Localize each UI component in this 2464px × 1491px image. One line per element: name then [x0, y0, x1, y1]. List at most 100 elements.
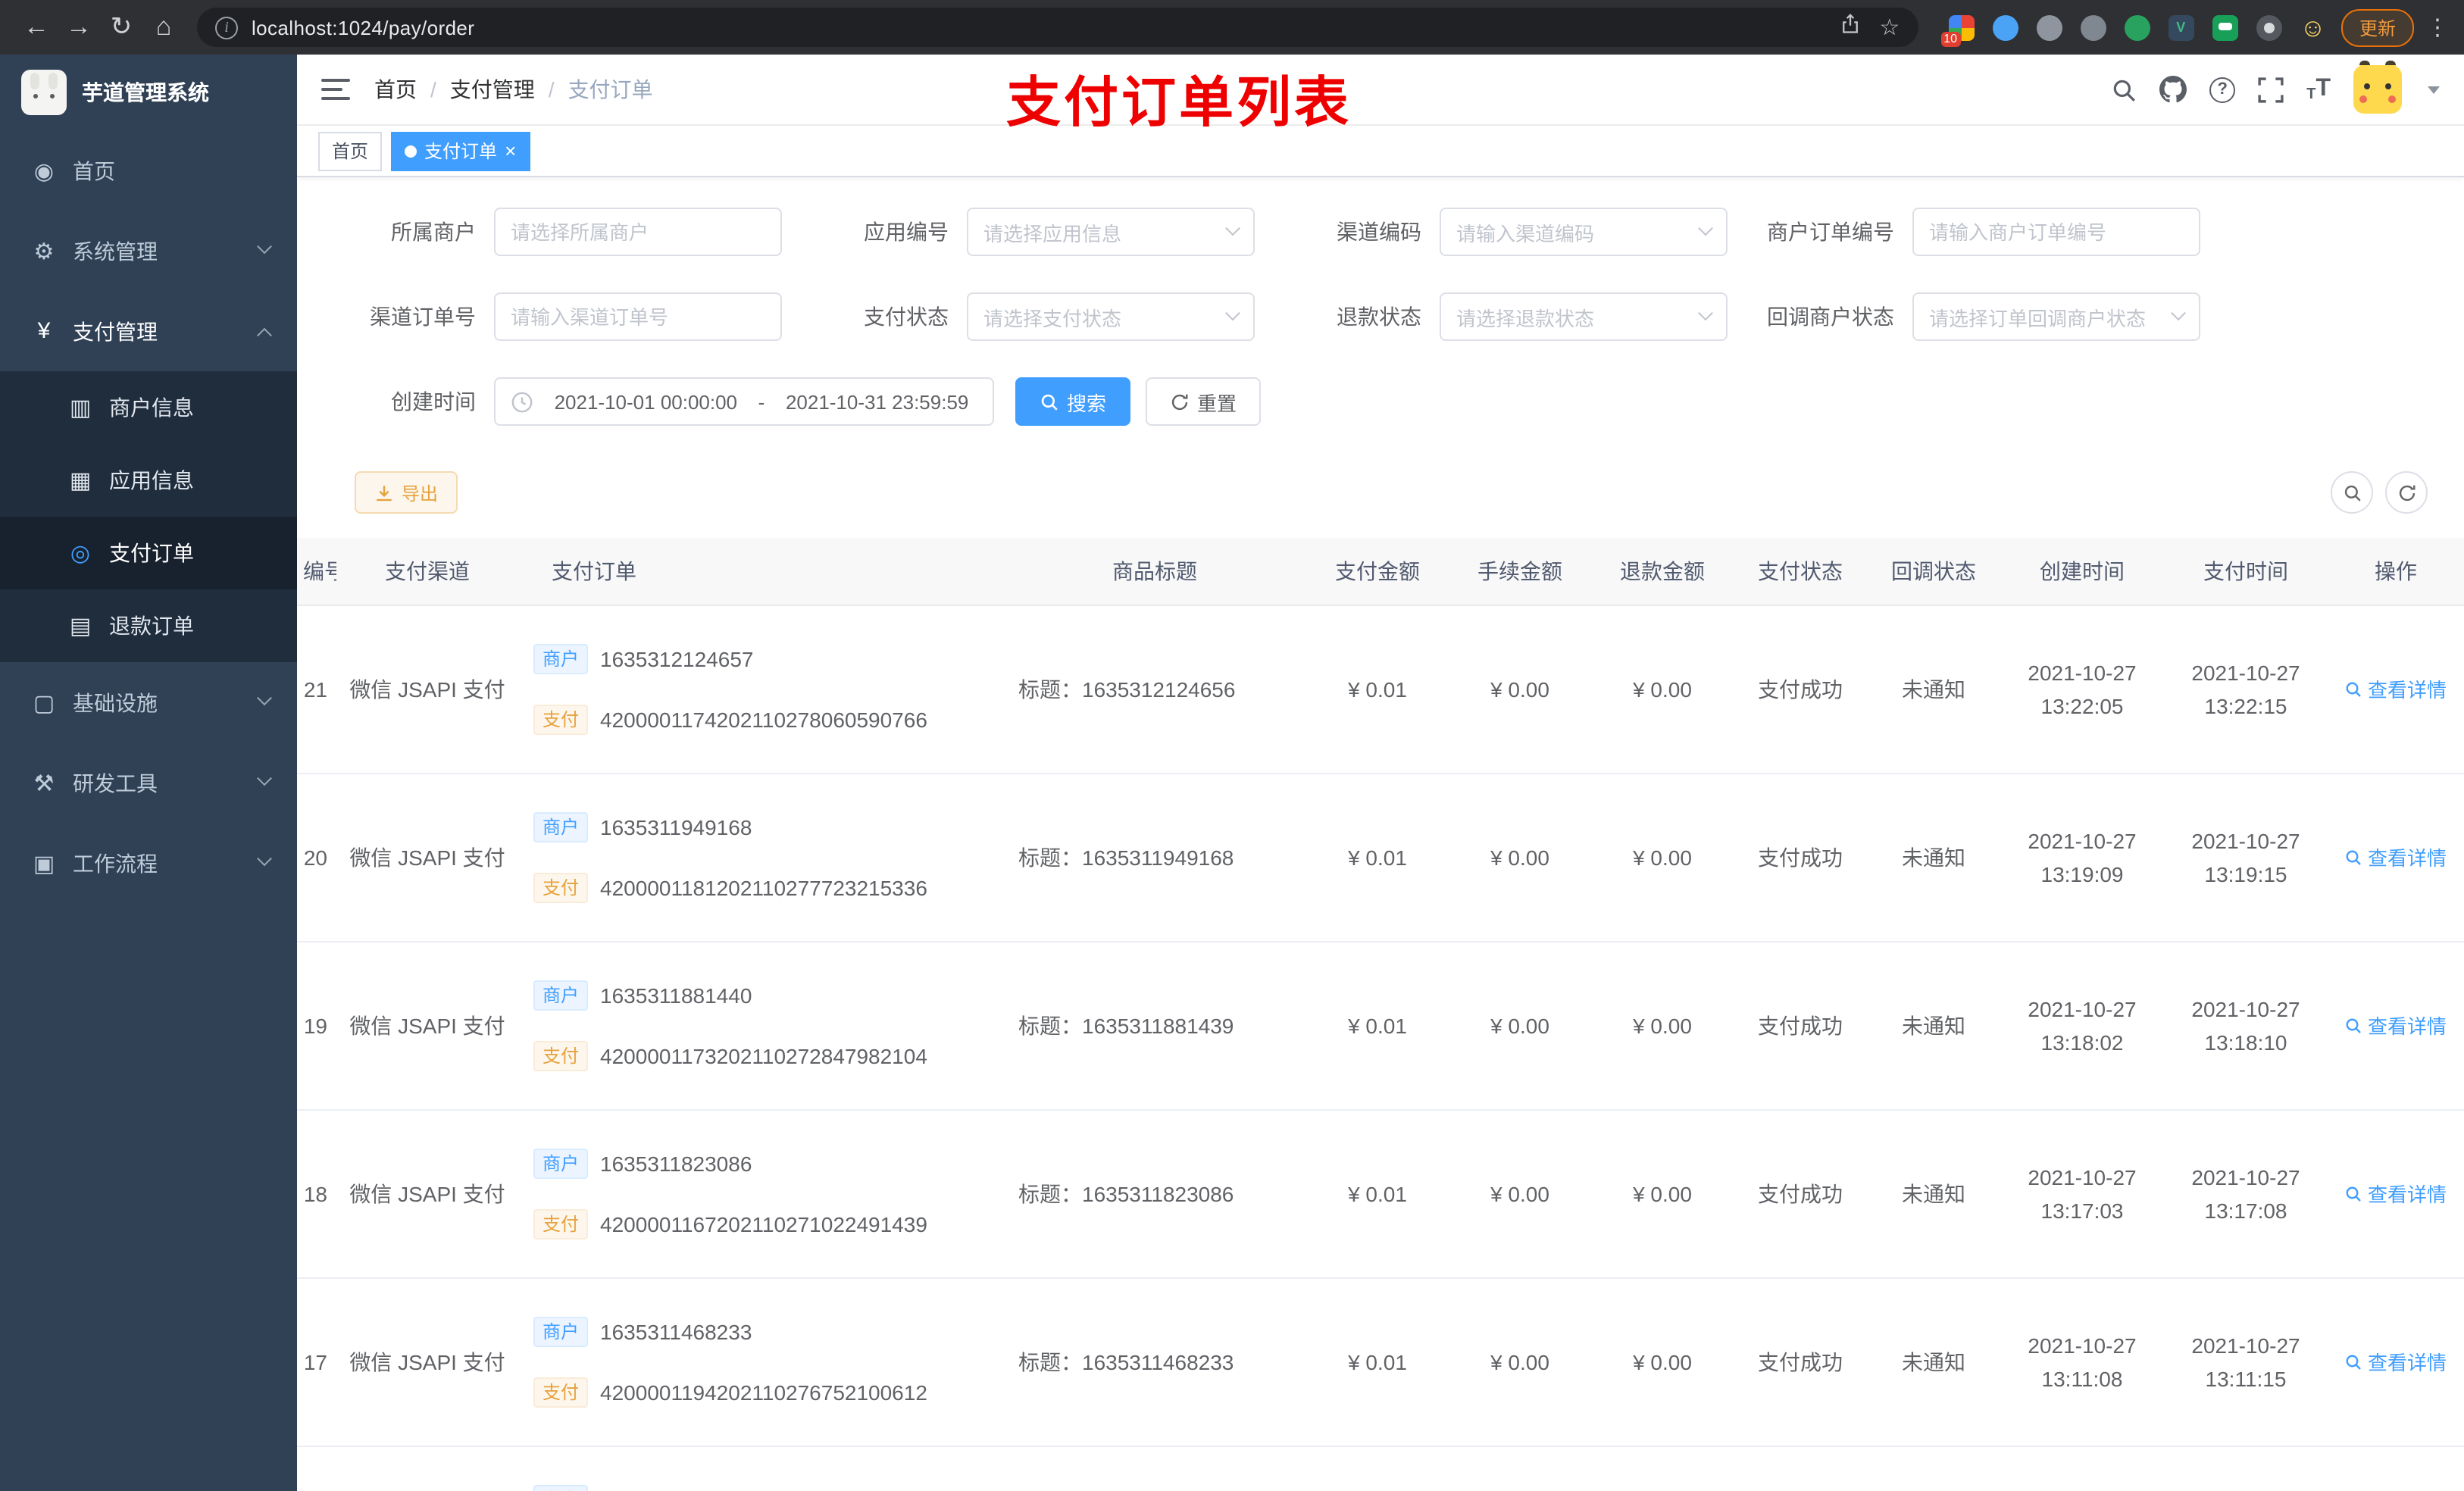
merchant-badge: 商户 — [533, 643, 589, 674]
pay-time: 2021-10-27 13:22:15 — [2164, 605, 2328, 774]
table-toolbar: 导出 — [355, 471, 2428, 514]
sidebar-item-app-info[interactable]: ▦ 应用信息 — [0, 444, 297, 517]
table-row[interactable]: 商户 1635311157736 支付 查看详情 — [297, 1446, 2464, 1491]
date-end-value[interactable]: 2021-10-31 23:59:59 — [777, 390, 977, 413]
app-no-select[interactable]: 请选择应用信息 — [967, 208, 1255, 256]
order-id: 17 — [297, 1277, 336, 1446]
browser-update-button[interactable]: 更新 — [2340, 8, 2414, 46]
ext-pin-icon[interactable] — [2256, 14, 2282, 40]
fullscreen-icon[interactable] — [2258, 77, 2284, 102]
date-start-value[interactable]: 2021-10-01 00:00:00 — [546, 390, 746, 413]
callback-status-select[interactable]: 请选择订单回调商户状态 — [1912, 292, 2200, 341]
ext-gray-icon-1[interactable] — [2036, 14, 2062, 40]
app-no-filter-label: 应用编号 — [864, 220, 949, 244]
tab-pay-order[interactable]: 支付订单 × — [391, 131, 530, 170]
merchant-order-no-filter-label: 商户订单编号 — [1767, 220, 1894, 244]
channel-code-select[interactable]: 请输入渠道编码 — [1440, 208, 1728, 256]
col-title: 商品标题 — [1003, 538, 1306, 605]
tab-home[interactable]: 首页 — [318, 131, 383, 170]
callback-status-filter-label: 回调商户状态 — [1767, 305, 1894, 329]
url-text[interactable]: localhost:1024/pay/order — [252, 16, 1840, 39]
view-detail-link[interactable]: 查看详情 — [2345, 674, 2447, 703]
pay-status-select[interactable]: 请选择支付状态 — [967, 292, 1255, 341]
site-info-icon[interactable]: i — [215, 16, 238, 39]
chevron-up-icon — [257, 327, 272, 343]
notify-status: 未通知 — [1867, 605, 2000, 774]
ext-vue-devtools-icon[interactable]: V — [2168, 14, 2194, 40]
view-detail-link[interactable]: 查看详情 — [2345, 1011, 2447, 1039]
chevron-down-icon — [2171, 305, 2186, 320]
notify-status: 未通知 — [1867, 1109, 2000, 1278]
ext-chat-icon[interactable] — [2212, 14, 2238, 40]
browser-home-button[interactable]: ⌂ — [142, 5, 185, 50]
reset-button[interactable]: 重置 — [1146, 377, 1262, 426]
github-icon[interactable] — [2159, 76, 2187, 103]
ext-gray-icon-2[interactable] — [2080, 14, 2106, 40]
flow-icon: ▣ — [33, 851, 55, 877]
ext-colorful-icon[interactable]: 10 — [1940, 14, 1975, 46]
chevron-down-icon — [257, 771, 272, 786]
merchant-input[interactable] — [511, 220, 765, 243]
breadcrumb-payment[interactable]: 支付管理 — [450, 74, 535, 105]
merchant-order-no: 1635311823086 — [600, 1151, 752, 1175]
table-row[interactable]: 21 微信 JSAPI 支付 商户 1635312124657 支付 42000… — [297, 605, 2464, 774]
search-button[interactable]: 搜索 — [1015, 377, 1131, 426]
toggle-search-button[interactable] — [2331, 471, 2373, 514]
view-detail-link[interactable]: 查看详情 — [2345, 1347, 2447, 1376]
ext-green-icon[interactable] — [2124, 14, 2150, 40]
filter-form: 所属商户 应用编号 请选择应用信息 渠道编码 — [297, 177, 2464, 459]
table-row[interactable]: 17 微信 JSAPI 支付 商户 1635311468233 支付 42000… — [297, 1277, 2464, 1446]
table-row[interactable]: 20 微信 JSAPI 支付 商户 1635311949168 支付 42000… — [297, 773, 2464, 942]
user-avatar[interactable] — [2353, 61, 2402, 114]
channel-order-no-input[interactable] — [511, 305, 765, 328]
chevron-down-icon — [1698, 220, 1713, 236]
table-row[interactable]: 19 微信 JSAPI 支付 商户 1635311881440 支付 42000… — [297, 941, 2464, 1110]
view-detail-label: 查看详情 — [2367, 847, 2447, 870]
sidebar-item-merchant-info[interactable]: ▥ 商户信息 — [0, 371, 297, 444]
avatar-caret-icon[interactable] — [2428, 86, 2440, 93]
merchant-order-no-input[interactable] — [1929, 220, 2184, 243]
pay-status — [1734, 1446, 1867, 1491]
refund-amount: ¥ 0.00 — [1591, 941, 1734, 1110]
product-title: 标题：1635311881439 — [1003, 941, 1306, 1110]
actions-cell: 查看详情 — [2328, 1277, 2464, 1446]
sidebar-item-dev-tools[interactable]: ⚒ 研发工具 — [0, 742, 297, 823]
sidebar-toggle-icon[interactable] — [321, 73, 350, 106]
ext-blue-icon[interactable] — [1992, 14, 2018, 40]
browser-forward-button[interactable]: → — [58, 5, 100, 50]
export-button[interactable]: 导出 — [355, 471, 458, 514]
refund-status-select[interactable]: 请选择退款状态 — [1440, 292, 1728, 341]
breadcrumb: 首页 / 支付管理 / 支付订单 — [374, 74, 653, 105]
sidebar-item-label: 系统管理 — [73, 239, 158, 263]
browser-back-button[interactable]: ← — [15, 5, 58, 50]
view-detail-link[interactable]: 查看详情 — [2345, 1179, 2447, 1208]
font-size-icon[interactable]: TT — [2306, 76, 2331, 103]
sidebar-item-refund-order[interactable]: ▤ 退款订单 — [0, 589, 297, 662]
sidebar-item-home[interactable]: ◉ 首页 — [0, 130, 297, 211]
monitor-icon: ▢ — [33, 690, 55, 716]
help-icon[interactable]: ? — [2209, 77, 2236, 102]
profile-smiley-icon[interactable]: ☺ — [2300, 14, 2326, 40]
close-icon[interactable]: × — [505, 141, 516, 161]
sidebar-item-infrastructure[interactable]: ▢ 基础设施 — [0, 662, 297, 742]
browser-menu-icon[interactable]: ⋮ — [2426, 14, 2449, 41]
breadcrumb-home[interactable]: 首页 — [374, 74, 417, 105]
sidebar-item-system[interactable]: ⚙ 系统管理 — [0, 211, 297, 291]
sidebar-item-payment[interactable]: ¥ 支付管理 — [0, 291, 297, 371]
table-row[interactable]: 18 微信 JSAPI 支付 商户 1635311823086 支付 42000… — [297, 1109, 2464, 1278]
bookmark-star-icon[interactable]: ☆ — [1879, 14, 1900, 41]
back-icon: ← — [23, 12, 49, 41]
view-detail-link[interactable]: 查看详情 — [2345, 842, 2447, 871]
refresh-button[interactable] — [2385, 471, 2428, 514]
browser-reload-button[interactable]: ↻ — [100, 5, 142, 50]
gear-icon: ⚙ — [33, 239, 55, 264]
sidebar-item-pay-order[interactable]: ◎ 支付订单 — [0, 517, 297, 589]
refund-amount: ¥ 0.00 — [1591, 773, 1734, 942]
search-icon[interactable] — [2111, 77, 2137, 102]
share-icon[interactable] — [1840, 13, 1861, 42]
sidebar-item-workflow[interactable]: ▣ 工作流程 — [0, 823, 297, 903]
create-time-range-picker[interactable]: 2021-10-01 00:00:00 - 2021-10-31 23:59:5… — [494, 377, 994, 426]
address-bar[interactable]: i localhost:1024/pay/order ☆ — [197, 8, 1918, 47]
clock-icon — [511, 390, 533, 413]
product-title: 标题：1635311823086 — [1003, 1109, 1306, 1278]
